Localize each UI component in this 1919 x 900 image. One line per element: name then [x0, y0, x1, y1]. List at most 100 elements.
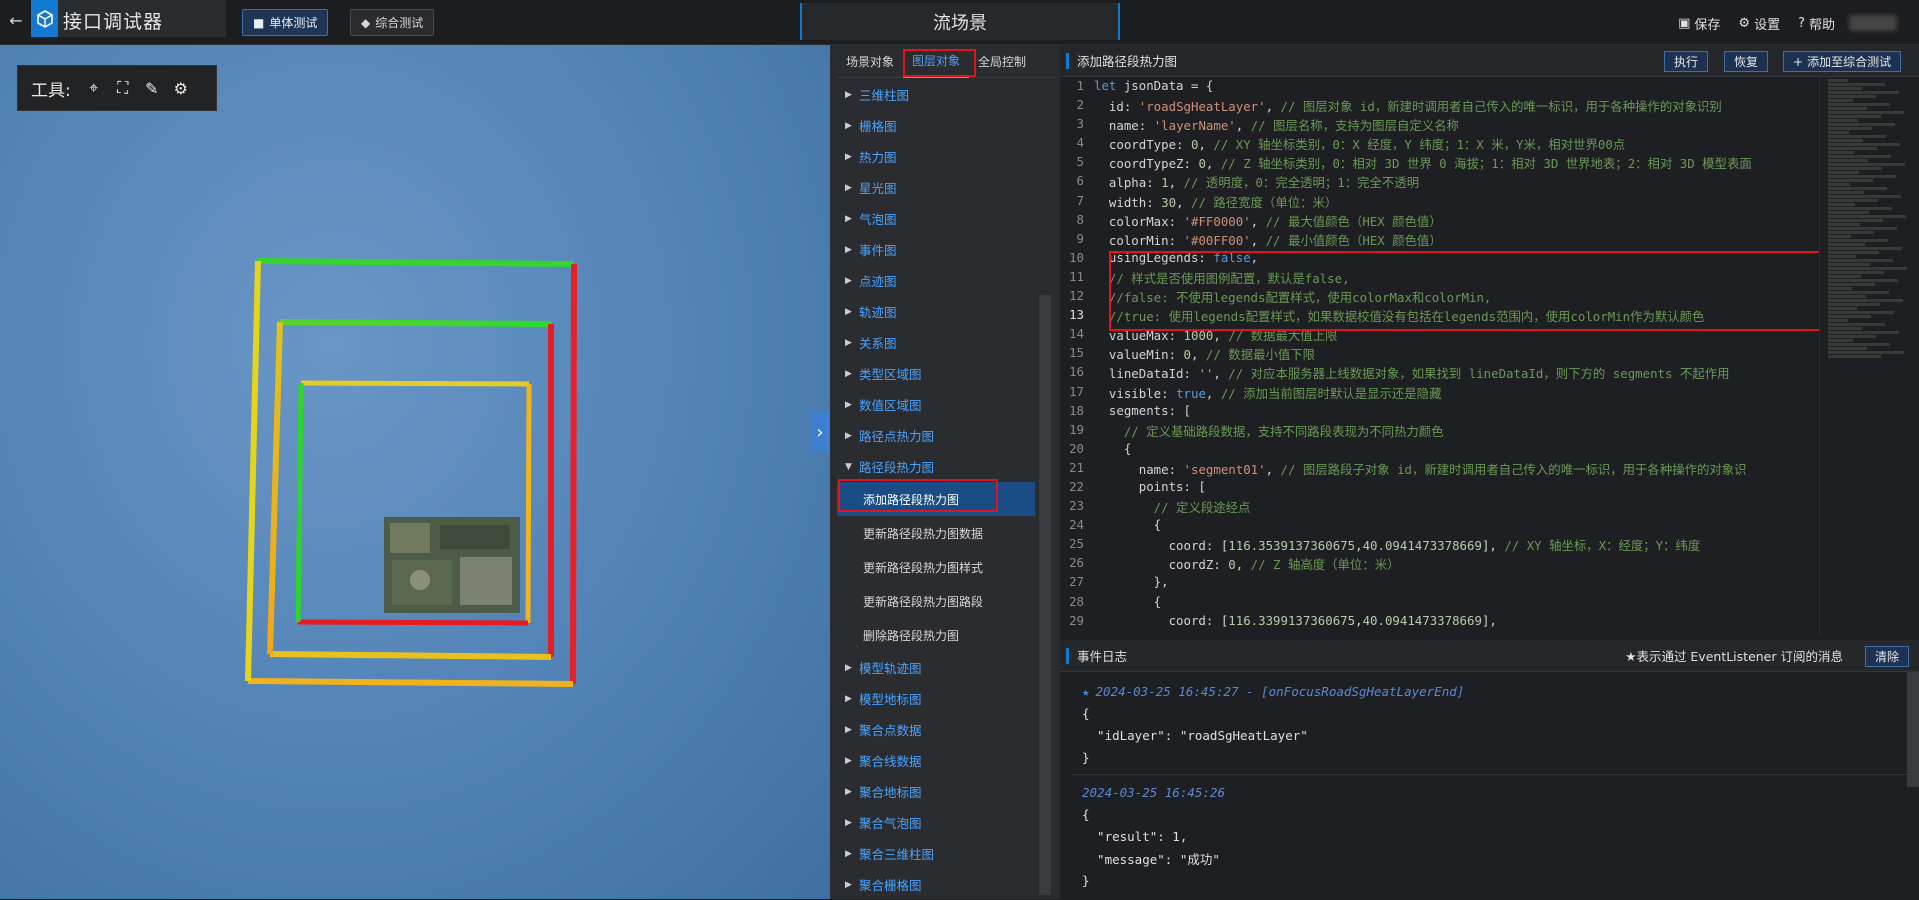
caret-right-icon: ▶ [845, 724, 852, 735]
tree-item[interactable]: ▶ 模型轨迹图 [837, 652, 1035, 683]
tree-item[interactable]: ▶ 轨迹图 [837, 296, 1035, 327]
tree-item[interactable]: ▶ 聚合点数据 [837, 714, 1035, 745]
tree-item[interactable]: ▶ 事件图 [837, 234, 1035, 265]
log-line: "result": 1, [1082, 828, 1188, 844]
tree-item[interactable]: ▶ 栅格图 [837, 110, 1035, 141]
avatar[interactable] [1849, 15, 1897, 31]
tree-item[interactable]: ▶ 聚合气泡图 [837, 807, 1035, 838]
tree-item[interactable]: ▶ 聚合三维柱图 [837, 838, 1035, 869]
heat-segment [269, 651, 552, 660]
editor-header: 添加路径段热力图 执行 恢复 + 添加至综合测试 [1060, 45, 1919, 77]
tree-item-label: 事件图 [859, 243, 897, 258]
tree-item[interactable]: ▶ 气泡图 [837, 203, 1035, 234]
app-logo-area: 接口调试器 [31, 0, 226, 37]
tree-item[interactable]: ▶ 星光图 [837, 172, 1035, 203]
minimap-line [1828, 123, 1895, 126]
line-number: 4 [1076, 135, 1084, 151]
tree-sub-item[interactable]: 删除路径段热力图 [837, 618, 1035, 652]
top-bar: ← 接口调试器 ■ 单体测试 ◆ 综合测试 流场景 ▣ 保存 ⚙ 设置 ? 帮助 [0, 0, 1919, 45]
tree-item[interactable]: ▶ 热力图 [837, 141, 1035, 172]
plus-icon: + [1793, 54, 1804, 69]
top-actions: ▣ 保存 ⚙ 设置 ? 帮助 [1678, 14, 1835, 33]
tree-sub-item[interactable]: 更新路径段热力图样式 [837, 550, 1035, 584]
minimap-line [1828, 111, 1904, 114]
log-line: } [1082, 872, 1090, 888]
minimap-line [1828, 347, 1867, 350]
code-minimap[interactable] [1819, 78, 1919, 635]
minimap-line [1828, 155, 1891, 158]
restore-button[interactable]: 恢复 [1724, 51, 1769, 72]
highlight-box [1109, 251, 1835, 331]
header-accent [1066, 647, 1069, 664]
code-line: 16 lineDataId: '', // 对应本服务器上线数据对象，如果找到 … [1060, 364, 1810, 383]
line-number: 15 [1069, 345, 1084, 361]
log-entry-time: 2024-03-25 16:45:26 [1082, 781, 1919, 803]
tree-item[interactable]: ▶ 聚合线数据 [837, 745, 1035, 776]
caret-right-icon: ▶ [845, 786, 852, 797]
settings-label: 设置 [1754, 18, 1781, 33]
code-text: { [1094, 517, 1162, 533]
scene-viewport[interactable]: 工具: ⌖ ⛶ ✎ ⚙ › [0, 45, 830, 899]
tree-item-label: 点迹图 [859, 274, 897, 289]
tree-item[interactable]: ▶ 点迹图 [837, 265, 1035, 296]
caret-right-icon: ▶ [845, 879, 852, 890]
tab-combined-test[interactable]: ◆ 综合测试 [350, 9, 435, 36]
add-to-combined-label: 添加至综合测试 [1807, 55, 1892, 69]
collapse-panel-chevron-icon[interactable]: › [811, 412, 829, 452]
minimap-line [1828, 187, 1887, 190]
event-log-header: 事件日志 ★表示通过 EventListener 订阅的消息 清除 [1060, 640, 1919, 672]
tree-item-label: 聚合地标图 [859, 785, 922, 800]
tree-item[interactable]: ▼ 路径段热力图 [837, 451, 1035, 482]
tab-single-test[interactable]: ■ 单体测试 [242, 9, 329, 36]
minimap-line [1828, 271, 1884, 274]
line-number: 20 [1069, 440, 1084, 456]
tab-label: 综合测试 [375, 16, 424, 30]
code-text: coordTypeZ: 0, // Z 轴坐标类别，0：相对 3D 世界 0 海… [1094, 156, 1752, 172]
minimap-line [1828, 107, 1867, 110]
minimap-line [1828, 219, 1883, 222]
tree-item[interactable]: ▶ 聚合栅格图 [837, 869, 1035, 900]
tree-item[interactable]: ▶ 关系图 [837, 327, 1035, 358]
tree-item[interactable]: ▶ 数值区域图 [837, 389, 1035, 420]
minimap-line [1828, 95, 1876, 98]
code-area[interactable]: 1 let jsonData = {2 id: 'roadSgHeatLayer'… [1060, 78, 1810, 635]
run-button[interactable]: 执行 [1664, 51, 1709, 72]
caret-right-icon: ▶ [845, 244, 852, 255]
minimap-line [1828, 231, 1874, 234]
tree-sub-item[interactable]: 更新路径段热力图路段 [837, 584, 1035, 618]
minimap-line [1828, 103, 1890, 106]
line-number: 28 [1069, 593, 1084, 609]
log-scrollbar[interactable] [1907, 672, 1919, 787]
caret-right-icon: ▶ [845, 817, 852, 828]
settings-button[interactable]: ⚙ 设置 [1738, 14, 1780, 33]
minimap-line [1828, 275, 1861, 278]
code-text: valueMin: 0, // 数据最小值下限 [1094, 347, 1316, 363]
minimap-line [1828, 83, 1885, 86]
caret-right-icon: ▶ [845, 306, 852, 317]
save-button[interactable]: ▣ 保存 [1678, 14, 1720, 33]
tree-sub-item[interactable]: 更新路径段热力图数据 [837, 516, 1035, 550]
tree-scrollbar[interactable] [1039, 295, 1051, 895]
minimap-line [1828, 247, 1902, 250]
line-number: 9 [1076, 230, 1084, 246]
line-number: 7 [1076, 192, 1084, 208]
tree-item-label: 聚合气泡图 [859, 816, 922, 831]
splitter-left[interactable] [830, 45, 837, 899]
tab-scene-objects[interactable]: 场景对象 [837, 45, 903, 78]
clear-log-button[interactable]: 清除 [1864, 646, 1909, 667]
tree-item[interactable]: ▶ 聚合地标图 [837, 776, 1035, 807]
tree-item[interactable]: ▶ 三维柱图 [837, 79, 1035, 110]
code-text: segments: [ [1094, 402, 1191, 418]
layer-tree-panel: 场景对象 图层对象 全局控制 ▶ 三维柱图 ▶ 栅格图 ▶ 热力图 ▶ 星光图 ▶ 气泡图 ▶ 事件图… [837, 45, 1055, 899]
code-text: width: 30, // 路径宽度（单位：米） [1094, 194, 1338, 210]
back-arrow-icon[interactable]: ← [6, 11, 26, 31]
tree-item[interactable]: ▶ 路径点热力图 [837, 420, 1035, 451]
tree-item[interactable]: ▶ 模型地标图 [837, 683, 1035, 714]
add-to-combined-button[interactable]: + 添加至综合测试 [1783, 51, 1902, 72]
tree-item[interactable]: ▶ 类型区域图 [837, 358, 1035, 389]
minimap-line [1828, 279, 1898, 282]
code-text: name: 'segment01', // 图层路段子对象 id，新建时调用者自… [1094, 461, 1747, 477]
help-button[interactable]: ? 帮助 [1798, 14, 1835, 33]
tab-global-control[interactable]: 全局控制 [969, 45, 1035, 78]
event-log-list: ★ 2024-03-25 16:45:27 - [onFocusRoadSgHea… [1060, 672, 1919, 891]
